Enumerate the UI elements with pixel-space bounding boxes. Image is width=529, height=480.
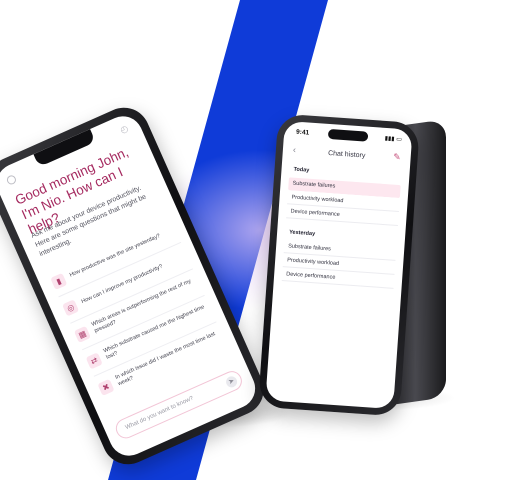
settings-icon[interactable] [5, 173, 18, 186]
new-chat-icon[interactable]: ✎ [393, 152, 401, 163]
page-title: Chat history [327, 149, 366, 160]
history-icon[interactable]: ◴ [119, 123, 130, 135]
history-phone: 9:41 ▮▮▮ ▭ ‹ Chat history ✎ Today Substr… [257, 113, 421, 417]
send-icon[interactable]: ➤ [224, 374, 239, 390]
section-label-yesterday: Yesterday [288, 229, 316, 238]
history-screen: 9:41 ▮▮▮ ▭ ‹ Chat history ✎ Today Substr… [265, 120, 413, 410]
ask-input-placeholder: What do you want to know? [124, 395, 195, 432]
arrows-icon: ⇄ [85, 351, 103, 370]
grid-icon: ▦ [73, 325, 91, 343]
tools-icon: ✖ [97, 378, 115, 396]
status-time: 9:41 [295, 128, 310, 137]
chart-icon: ▮ [50, 272, 68, 290]
dynamic-island [327, 128, 369, 142]
lightbulb-icon: ◎ [61, 298, 80, 317]
section-label-today: Today [293, 166, 310, 174]
signal-battery-icon: ▮▮▮ ▭ [384, 135, 403, 144]
marketing-scene: ◴ Good morning John, I'm Nio. How can I … [0, 0, 529, 480]
